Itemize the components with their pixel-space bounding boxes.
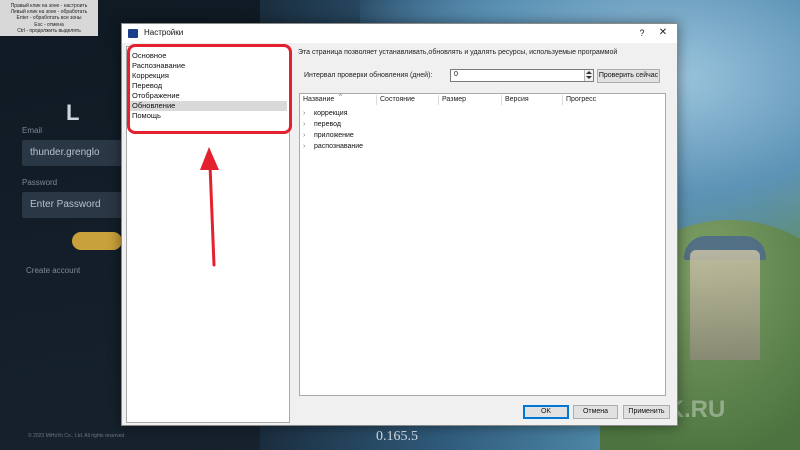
column-separator[interactable] [501, 95, 502, 105]
expand-arrow-icon[interactable]: › [303, 120, 305, 130]
close-button[interactable]: ✕ [654, 26, 672, 40]
create-account-link[interactable]: Create account [26, 266, 80, 275]
annotation-highlight-box [127, 44, 292, 134]
tree-item[interactable]: › приложение [300, 131, 665, 141]
column-version[interactable]: Версия [505, 96, 529, 103]
hint-line: Ctrl - продолжить выделять [17, 27, 81, 34]
column-name[interactable]: Название ^ [303, 94, 342, 103]
page-description: Эта страница позволяет устанавливать,обн… [298, 49, 618, 56]
dialog-titlebar[interactable]: Настройки ? ✕ [122, 24, 677, 43]
login-button[interactable] [72, 232, 122, 250]
tree-item-label: распознавание [314, 143, 364, 150]
check-now-button[interactable]: Проверить сейчас [597, 69, 660, 83]
hotkey-hint-box: Правый клик на зоне - настроить Левый кл… [0, 0, 98, 36]
tree-item-label: коррекция [314, 110, 348, 117]
dialog-title: Настройки [144, 28, 184, 37]
spin-down-icon[interactable] [586, 76, 592, 79]
column-name-label: Название [303, 96, 335, 103]
cancel-button[interactable]: Отмена [573, 405, 618, 419]
expand-arrow-icon[interactable]: › [303, 131, 305, 141]
password-label: Password [22, 178, 58, 187]
tree-item-label: приложение [314, 132, 354, 139]
password-field[interactable]: Enter Password [22, 192, 132, 218]
apply-button[interactable]: Применить [623, 405, 670, 419]
tree-item[interactable]: › перевод [300, 120, 665, 130]
update-interval-value[interactable]: 0 [454, 71, 458, 78]
app-icon [128, 29, 138, 38]
tree-item[interactable]: › распознавание [300, 142, 665, 152]
spin-up-icon[interactable] [586, 71, 592, 74]
background-building [690, 250, 760, 360]
version-label: 0.165.5 [376, 429, 418, 444]
tree-item-label: перевод [314, 121, 341, 128]
help-button[interactable]: ? [634, 26, 650, 40]
column-separator[interactable] [438, 95, 439, 105]
login-label: Email [22, 126, 43, 135]
column-separator[interactable] [562, 95, 563, 105]
ok-button[interactable]: OK [523, 405, 569, 419]
expand-arrow-icon[interactable]: › [303, 109, 305, 119]
tree-item[interactable]: › коррекция [300, 109, 665, 119]
resources-tree: Название ^ Состояние Размер Версия Прогре… [299, 93, 666, 396]
login-field[interactable]: thunder.grenglo [22, 140, 132, 166]
sort-arrow-icon: ^ [339, 94, 342, 100]
column-progress[interactable]: Прогресс [566, 96, 596, 103]
column-status[interactable]: Состояние [380, 96, 415, 103]
update-interval-spinbox[interactable]: 0 [450, 69, 594, 82]
expand-arrow-icon[interactable]: › [303, 142, 305, 152]
column-size[interactable]: Размер [442, 96, 466, 103]
column-separator[interactable] [376, 95, 377, 105]
update-interval-label: Интервал проверки обновления (дней): [304, 72, 433, 79]
spin-arrows[interactable] [584, 70, 593, 81]
tree-header: Название ^ Состояние Размер Версия Прогре… [300, 94, 665, 106]
launcher-logo: L [66, 100, 81, 125]
copyright-text: © 2023 MiHoYo Co., Ltd. All rights reser… [28, 433, 125, 439]
